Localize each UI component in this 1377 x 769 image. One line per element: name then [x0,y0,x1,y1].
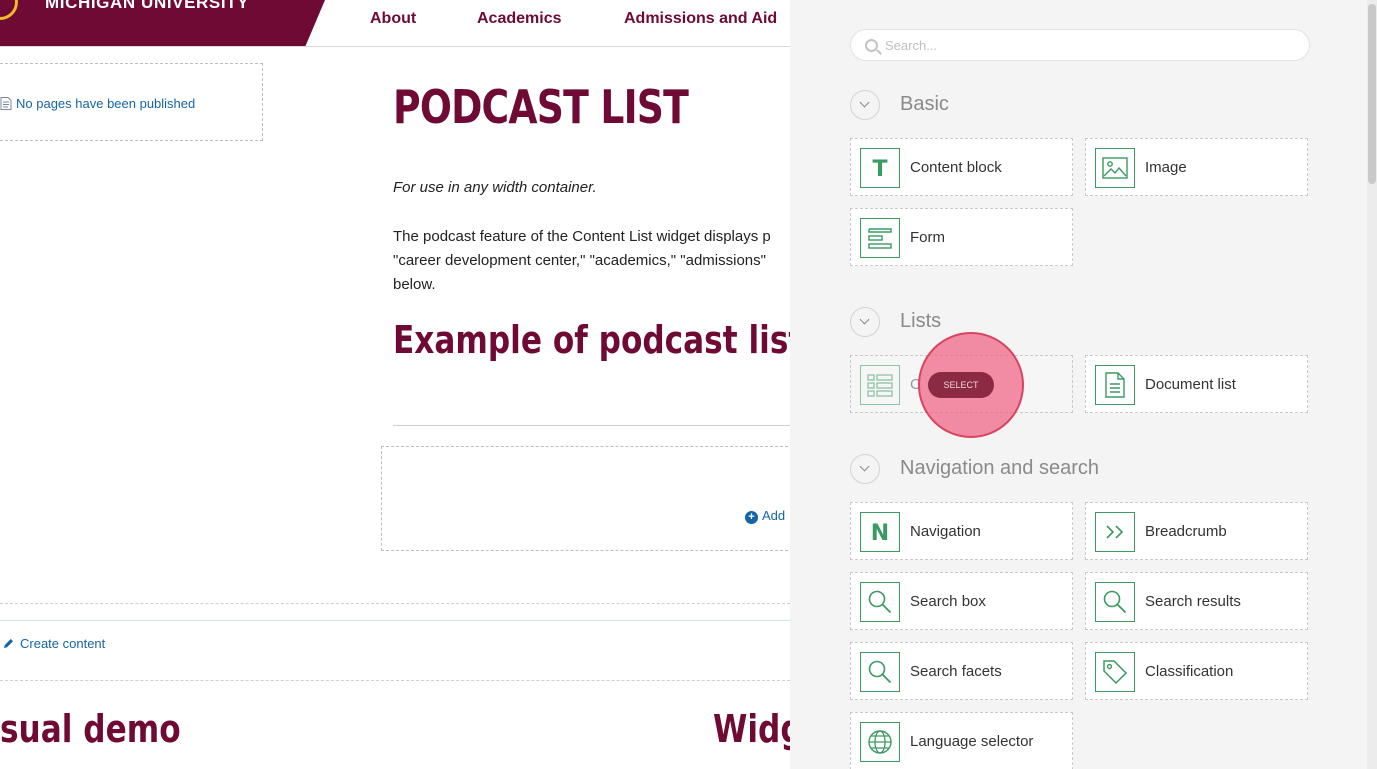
widget-search-facets[interactable]: Search facets [850,642,1073,700]
section-label: Navigation and search [900,457,1100,479]
text-t-icon: T [860,148,900,188]
site-name: MICHIGAN UNIVERSITY [45,0,250,12]
svg-text:T: T [872,157,887,180]
widget-navigation[interactable]: N Navigation [850,502,1073,560]
select-button[interactable]: SELECT [928,372,994,398]
create-content-label: Create content [20,636,106,651]
plus-circle-icon: + [745,511,758,524]
image-icon [1095,148,1135,188]
widget-label: Classification [1145,663,1234,680]
page-title: PODCAST LIST [393,80,689,134]
widget-classification[interactable]: Classification [1085,642,1308,700]
widget-label: Document list [1145,376,1236,393]
search-icon [865,39,878,52]
widget-label: Form [910,229,945,246]
description-line: "career development center," "academics,… [393,252,766,269]
widget-document-list[interactable]: Document list [1085,355,1308,413]
widget-label: Search box [910,593,986,610]
site-header: MICHIGAN UNIVERSITY About Academics Admi… [0,0,790,47]
chevron-down-icon[interactable] [850,307,880,337]
widget-search-input[interactable] [885,30,1285,60]
create-content-link[interactable]: Create content [3,636,105,651]
document-icon [0,97,12,110]
no-pages-label: No pages have been published [16,96,196,111]
svg-text:N: N [871,521,889,544]
widget-drop-zone[interactable] [381,446,790,551]
widget-language-selector[interactable]: Language selector [850,712,1073,769]
widget-breadcrumb[interactable]: Breadcrumb [1085,502,1308,560]
content-list-icon [860,365,900,405]
add-widget-panel: Basic T Content block Image Form Lists C… [790,0,1377,769]
description-line: The podcast feature of the Content List … [393,228,771,245]
site-brand[interactable]: MICHIGAN UNIVERSITY [0,0,325,46]
tag-icon [1095,652,1135,692]
search-icon [1095,582,1135,622]
divider [0,680,790,681]
panel-scrollbar[interactable] [1367,0,1377,769]
description-line: below. [393,276,436,293]
widget-label: Breadcrumb [1145,523,1227,540]
intro-text: For use in any width container. [393,179,597,196]
divider [393,425,790,426]
pencil-icon [4,639,13,648]
widget-label: Search results [1145,593,1241,610]
document-list-icon [1095,365,1135,405]
scrollbar-thumb[interactable] [1368,4,1376,184]
chevron-down-icon[interactable] [850,90,880,120]
nav-academics[interactable]: Academics [477,10,562,28]
description-text: The podcast feature of the Content List … [393,225,771,297]
widget-search-results[interactable]: Search results [1085,572,1308,630]
search-icon [860,582,900,622]
widget-image[interactable]: Image [1085,138,1308,196]
divider [0,620,790,621]
nav-about[interactable]: About [370,10,416,28]
nav-admissions-and-aid[interactable]: Admissions and Aid [624,10,777,28]
widget-heading: Widg [713,707,790,751]
widget-content-block[interactable]: T Content block [850,138,1073,196]
visual-demo-heading: sual demo [0,707,181,751]
add-widget-link[interactable]: + Add [745,508,785,524]
widget-label: Search facets [910,663,1002,680]
example-heading: Example of podcast list [393,318,790,362]
section-label: Basic [900,93,949,115]
add-label: Add [762,508,786,523]
chevron-down-icon[interactable] [850,454,880,484]
search-icon [860,652,900,692]
form-icon [860,218,900,258]
breadcrumb-icon [1095,512,1135,552]
divider [0,603,790,604]
section-label: Lists [900,310,942,332]
widget-label: Language selector [910,733,1034,750]
globe-icon [860,722,900,762]
no-pages-link[interactable]: No pages have been published [0,96,195,111]
widget-search[interactable] [850,29,1310,61]
widget-label: Image [1145,159,1187,176]
widget-form[interactable]: Form [850,208,1073,266]
cms-page-canvas: MICHIGAN UNIVERSITY About Academics Admi… [0,0,790,769]
university-logo-icon [0,0,18,20]
widget-label: Navigation [910,523,981,540]
widget-search-box[interactable]: Search box [850,572,1073,630]
widget-label: Content block [910,159,1002,176]
navigation-n-icon: N [860,512,900,552]
